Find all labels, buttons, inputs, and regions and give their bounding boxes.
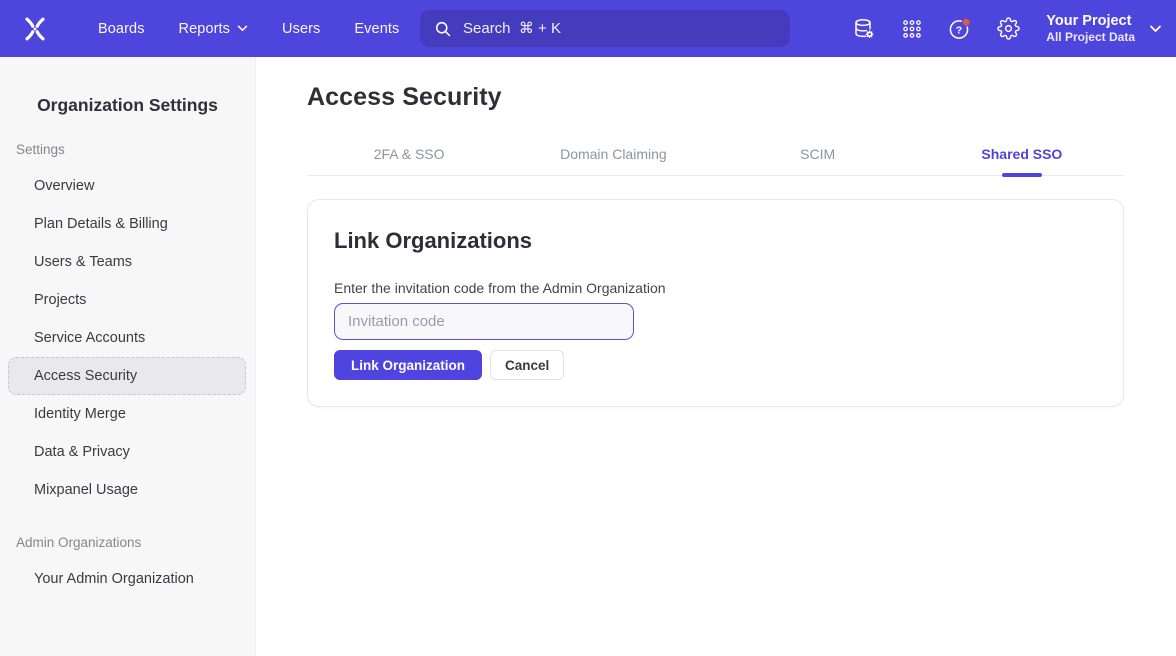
sidebar-item-service-accounts[interactable]: Service Accounts <box>8 319 246 357</box>
help-glyph: ? <box>956 24 962 36</box>
sidebar-item-your-admin-organization[interactable]: Your Admin Organization <box>8 560 246 598</box>
tab-label: Shared SSO <box>981 146 1062 162</box>
nav-label: Events <box>354 21 399 37</box>
page-title: Access Security <box>307 83 1124 112</box>
invitation-code-label: Enter the invitation code from the Admin… <box>334 280 1097 296</box>
sidebar-section-admin-organizations: Admin Organizations <box>16 535 239 550</box>
project-text: Your Project All Project Data <box>1046 12 1135 45</box>
tab-shared-sso[interactable]: Shared SSO <box>920 132 1124 175</box>
help-icon[interactable]: ? <box>942 11 978 47</box>
card-title: Link Organizations <box>334 228 1097 254</box>
active-tab-underline <box>1002 173 1042 177</box>
tab-bar: 2FA & SSO Domain Claiming SCIM Shared SS… <box>307 132 1124 176</box>
sidebar-item-users-teams[interactable]: Users & Teams <box>8 243 246 281</box>
notification-dot <box>962 18 970 26</box>
sidebar-section-settings: Settings <box>16 142 239 157</box>
nav-label: Boards <box>98 21 145 37</box>
sidebar-settings-list: Overview Plan Details & Billing Users & … <box>0 167 255 509</box>
chevron-down-icon <box>1149 25 1162 33</box>
nav-label: Reports <box>179 21 230 37</box>
nav-label: Users <box>282 21 320 37</box>
link-organization-button[interactable]: Link Organization <box>334 350 482 380</box>
primary-nav: Boards Reports Users Events <box>86 13 411 45</box>
card-actions: Link Organization Cancel <box>334 350 1097 380</box>
tab-domain-claiming[interactable]: Domain Claiming <box>511 132 715 175</box>
nav-item-boards[interactable]: Boards <box>86 13 157 45</box>
sidebar-item-projects[interactable]: Projects <box>8 281 246 319</box>
sidebar-item-data-privacy[interactable]: Data & Privacy <box>8 433 246 471</box>
project-subtitle: All Project Data <box>1046 30 1135 45</box>
settings-sidebar: Organization Settings Settings Overview … <box>0 57 256 656</box>
tab-scim[interactable]: SCIM <box>716 132 920 175</box>
sidebar-item-access-security[interactable]: Access Security <box>8 357 246 395</box>
sidebar-item-mixpanel-usage[interactable]: Mixpanel Usage <box>8 471 246 509</box>
nav-item-events[interactable]: Events <box>342 13 411 45</box>
invitation-code-input[interactable] <box>334 303 634 340</box>
mixpanel-logo-icon[interactable] <box>18 12 52 46</box>
tab-2fa-sso[interactable]: 2FA & SSO <box>307 132 511 175</box>
search-icon <box>434 20 452 38</box>
chevron-down-icon <box>237 25 248 32</box>
sidebar-item-identity-merge[interactable]: Identity Merge <box>8 395 246 433</box>
cancel-button[interactable]: Cancel <box>490 350 564 380</box>
settings-gear-icon[interactable] <box>990 11 1026 47</box>
top-navigation-bar: Boards Reports Users Events <box>0 0 1176 57</box>
link-organizations-card: Link Organizations Enter the invitation … <box>307 199 1124 407</box>
sidebar-title: Organization Settings <box>0 95 255 116</box>
data-management-icon[interactable] <box>846 11 882 47</box>
search-input[interactable] <box>463 20 776 37</box>
topbar-right-group: ? Your Project All Project Data <box>846 0 1162 57</box>
nav-item-users[interactable]: Users <box>270 13 332 45</box>
sidebar-item-overview[interactable]: Overview <box>8 167 246 205</box>
apps-grid-icon[interactable] <box>894 11 930 47</box>
nav-item-reports[interactable]: Reports <box>167 13 260 45</box>
project-name: Your Project <box>1046 12 1135 30</box>
main-content: Access Security 2FA & SSO Domain Claimin… <box>256 57 1176 656</box>
global-search[interactable] <box>420 10 790 47</box>
project-switcher[interactable]: Your Project All Project Data <box>1046 12 1162 45</box>
sidebar-item-plan-details-billing[interactable]: Plan Details & Billing <box>8 205 246 243</box>
sidebar-admin-list: Your Admin Organization <box>0 560 255 598</box>
